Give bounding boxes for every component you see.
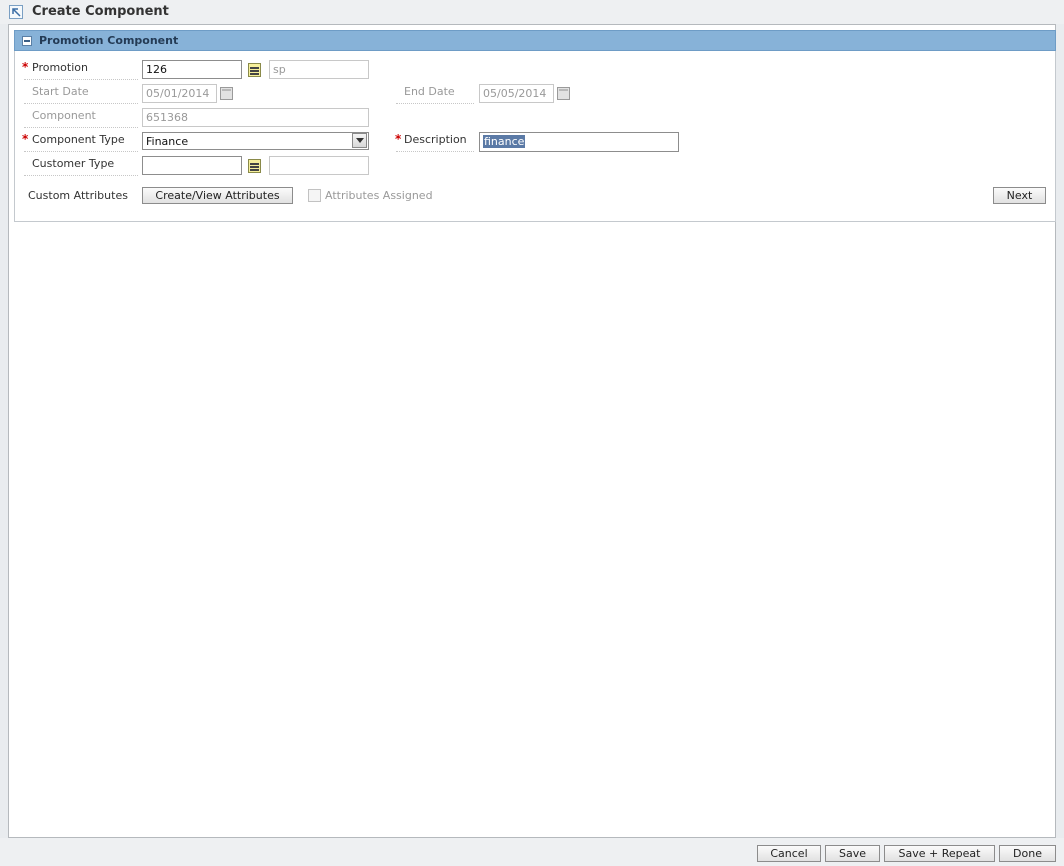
promotion-description-field: sp bbox=[269, 60, 369, 79]
description-label: Description bbox=[404, 133, 467, 146]
required-marker: * bbox=[395, 132, 402, 146]
required-marker: * bbox=[22, 60, 29, 74]
customer-type-description-field bbox=[269, 156, 369, 175]
collapse-icon[interactable] bbox=[22, 36, 32, 46]
end-date-label: End Date bbox=[404, 85, 455, 98]
promotion-input[interactable]: 126 bbox=[142, 60, 242, 79]
label-underline bbox=[24, 103, 138, 104]
attributes-assigned-checkbox bbox=[308, 189, 321, 202]
label-underline bbox=[24, 151, 138, 152]
customer-type-lov-icon[interactable] bbox=[248, 159, 261, 173]
label-underline bbox=[24, 127, 138, 128]
label-underline bbox=[396, 151, 474, 152]
component-input: 651368 bbox=[142, 108, 369, 127]
save-repeat-button[interactable]: Save + Repeat bbox=[884, 845, 995, 862]
label-underline bbox=[24, 175, 138, 176]
section-title: Promotion Component bbox=[39, 34, 179, 47]
start-date-input: 05/01/2014 bbox=[142, 84, 217, 103]
start-date-calendar-icon bbox=[220, 87, 233, 100]
attributes-assigned-label: Attributes Assigned bbox=[325, 189, 433, 202]
description-input[interactable]: finance bbox=[479, 132, 679, 152]
custom-attributes-label: Custom Attributes bbox=[28, 189, 128, 202]
customer-type-input[interactable] bbox=[142, 156, 242, 175]
save-button[interactable]: Save bbox=[825, 845, 880, 862]
customer-type-label: Customer Type bbox=[32, 157, 115, 170]
create-view-attributes-button[interactable]: Create/View Attributes bbox=[142, 187, 293, 204]
promotion-label: Promotion bbox=[32, 61, 88, 74]
description-selected-text: finance bbox=[483, 135, 526, 148]
component-type-label: Component Type bbox=[32, 133, 125, 146]
next-button[interactable]: Next bbox=[993, 187, 1046, 204]
required-marker: * bbox=[22, 132, 29, 146]
end-date-calendar-icon bbox=[557, 87, 570, 100]
cancel-button[interactable]: Cancel bbox=[757, 845, 821, 862]
label-underline bbox=[396, 103, 474, 104]
label-underline bbox=[24, 79, 138, 80]
window-title: Create Component bbox=[32, 4, 169, 19]
chevron-down-icon[interactable] bbox=[352, 133, 367, 148]
maximize-icon[interactable] bbox=[9, 5, 23, 19]
start-date-label: Start Date bbox=[32, 85, 89, 98]
component-type-select[interactable]: Finance bbox=[142, 132, 369, 150]
promotion-lov-icon[interactable] bbox=[248, 63, 261, 77]
done-button[interactable]: Done bbox=[999, 845, 1056, 862]
component-label: Component bbox=[32, 109, 96, 122]
end-date-input: 05/05/2014 bbox=[479, 84, 554, 103]
